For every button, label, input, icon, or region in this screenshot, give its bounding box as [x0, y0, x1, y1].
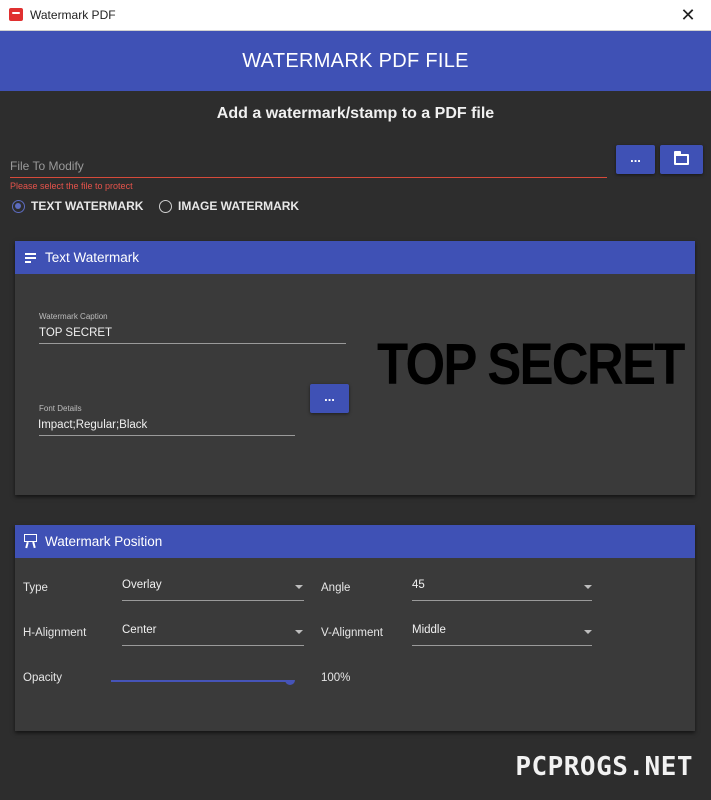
- v-alignment-select[interactable]: Middle: [412, 624, 446, 636]
- v-alignment-dropdown-icon[interactable]: [584, 630, 592, 634]
- watermark-position-card-header: Watermark Position: [15, 525, 695, 558]
- watermark-position-card: Watermark Position Type Overlay Angle 45…: [15, 525, 695, 731]
- type-select[interactable]: Overlay: [122, 579, 162, 591]
- radio-unselected-icon: [159, 199, 172, 213]
- opacity-value: 100%: [321, 672, 351, 684]
- image-watermark-radio-label: IMAGE WATERMARK: [178, 199, 300, 213]
- site-watermark: PCPROGS.NET: [515, 752, 693, 782]
- radio-selected-icon: [12, 199, 25, 213]
- opacity-slider-thumb[interactable]: [285, 680, 295, 685]
- v-alignment-underline: [412, 645, 592, 646]
- v-alignment-label: V-Alignment: [321, 627, 384, 639]
- folder-icon: [674, 151, 689, 165]
- font-details-underline: [39, 435, 295, 436]
- file-to-modify-field[interactable]: File To Modify: [10, 156, 607, 178]
- type-dropdown-icon[interactable]: [295, 585, 303, 589]
- angle-select[interactable]: 45: [412, 579, 425, 591]
- angle-label: Angle: [321, 582, 351, 594]
- watermark-caption-input[interactable]: TOP SECRET: [39, 327, 112, 339]
- main-content: Add a watermark/stamp to a PDF file File…: [0, 91, 711, 800]
- font-details-label: Font Details: [39, 404, 82, 413]
- browse-file-button[interactable]: ...: [616, 145, 655, 174]
- text-watermark-radio-label: TEXT WATERMARK: [31, 199, 144, 213]
- window-titlebar: Watermark PDF ✕: [0, 0, 711, 31]
- choose-font-button[interactable]: ...: [310, 384, 349, 413]
- window-title: Watermark PDF: [30, 8, 116, 22]
- angle-dropdown-icon[interactable]: [584, 585, 592, 589]
- text-watermark-card: Text Watermark Watermark Caption TOP SEC…: [15, 241, 695, 495]
- type-underline: [122, 600, 304, 601]
- file-to-modify-label: File To Modify: [10, 159, 84, 173]
- type-label: Type: [23, 582, 48, 594]
- watermark-position-card-title: Watermark Position: [45, 534, 163, 549]
- text-lines-icon: [25, 253, 36, 263]
- file-error-message: Please select the file to protect: [10, 181, 133, 191]
- watermark-caption-label: Watermark Caption: [39, 312, 108, 321]
- watermark-caption-underline: [39, 343, 346, 344]
- watermark-preview: TOP SECRET: [377, 332, 685, 397]
- font-details-input[interactable]: Impact;Regular;Black: [38, 419, 147, 431]
- open-folder-button[interactable]: [660, 145, 703, 174]
- text-watermark-radio[interactable]: TEXT WATERMARK: [12, 198, 143, 214]
- easel-icon: [24, 534, 37, 549]
- text-watermark-card-header: Text Watermark: [15, 241, 695, 274]
- h-alignment-dropdown-icon[interactable]: [295, 630, 303, 634]
- opacity-label: Opacity: [23, 672, 62, 684]
- opacity-slider[interactable]: [111, 680, 291, 682]
- page-subtitle: Add a watermark/stamp to a PDF file: [216, 105, 495, 122]
- close-window-button[interactable]: ✕: [665, 0, 711, 31]
- app-icon: [9, 8, 23, 21]
- h-alignment-select[interactable]: Center: [122, 624, 157, 636]
- image-watermark-radio[interactable]: IMAGE WATERMARK: [159, 198, 299, 214]
- app-header: WATERMARK PDF FILE: [0, 31, 711, 91]
- h-alignment-underline: [122, 645, 304, 646]
- angle-underline: [412, 600, 592, 601]
- h-alignment-label: H-Alignment: [23, 627, 87, 639]
- text-watermark-card-title: Text Watermark: [45, 250, 140, 265]
